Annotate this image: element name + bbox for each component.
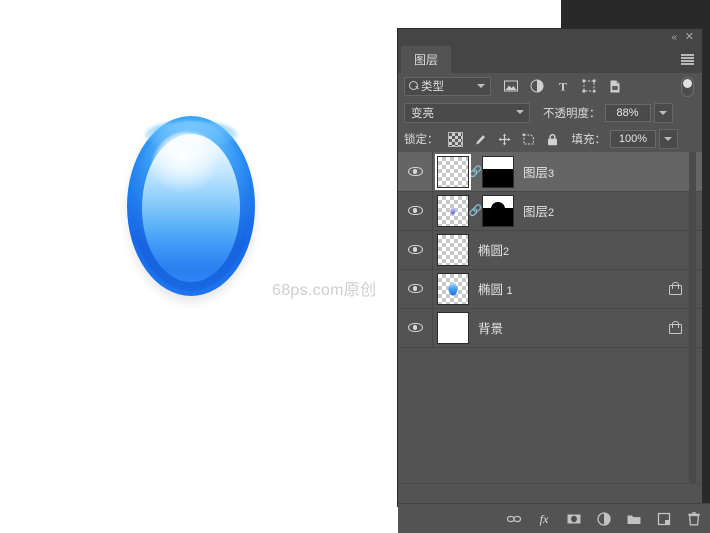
link-icon[interactable]: 🔗 <box>469 204 483 217</box>
layer-name-number: 3 <box>548 168 555 180</box>
table-row[interactable]: 🔗 图层3 <box>398 152 702 192</box>
layer-name-text: 椭圆 <box>478 283 504 297</box>
lock-icon <box>669 321 682 334</box>
hamburger-menu-icon[interactable] <box>681 54 694 65</box>
layer-visibility-toggle[interactable] <box>398 269 433 308</box>
layer-name[interactable]: 背景 <box>478 318 503 337</box>
opacity-input[interactable]: 88% <box>604 103 651 122</box>
lock-label: 锁定： <box>404 134 439 146</box>
new-adjustment-layer-button[interactable] <box>596 511 612 527</box>
svg-text:fx: fx <box>540 512 549 526</box>
delete-layer-button[interactable] <box>686 511 702 527</box>
layer-name-text: 背景 <box>478 322 504 336</box>
eye-icon <box>407 206 423 215</box>
layer-name[interactable]: 图层3 <box>523 162 554 181</box>
layer-list-scrollbar[interactable] <box>689 152 696 483</box>
filter-enable-toggle[interactable] <box>681 77 694 97</box>
layer-mask-thumbnail[interactable] <box>482 155 514 188</box>
lock-fill-row: 锁定： 填充： 100% <box>398 126 702 153</box>
search-icon <box>409 80 418 90</box>
layer-filter-type-select[interactable]: 类型 <box>404 76 491 96</box>
fill-label: 填充： <box>571 134 607 146</box>
fill-input[interactable]: 100% <box>610 130 656 148</box>
layer-name-number: 2 <box>548 207 555 219</box>
layer-visibility-toggle[interactable] <box>398 308 433 347</box>
layer-thumbnail[interactable] <box>437 272 469 305</box>
panel-separator <box>398 483 702 504</box>
layer-visibility-toggle[interactable] <box>398 191 433 230</box>
link-layers-button[interactable] <box>506 511 522 527</box>
lock-position-icon[interactable] <box>498 133 511 146</box>
layer-name-text: 图层 <box>523 205 549 219</box>
layer-thumbnail[interactable] <box>437 194 469 227</box>
lock-icons-group <box>447 131 559 147</box>
link-icon[interactable]: 🔗 <box>469 165 483 178</box>
layer-filter-value: 类型 <box>421 81 444 93</box>
layer-name-number: 1 <box>506 285 513 297</box>
eye-icon <box>407 167 423 176</box>
fill-stepper[interactable] <box>659 129 678 149</box>
layers-panel: « ✕ 图层 类型 T 变亮 不透明度： 88% 锁定： 填充： 100% 🔗 … <box>398 29 710 533</box>
layer-visibility-toggle[interactable] <box>398 152 433 191</box>
lock-transparent-pixels-icon[interactable] <box>447 131 463 147</box>
new-layer-button[interactable] <box>656 511 672 527</box>
layer-name-number: 2 <box>503 246 510 258</box>
lock-image-pixels-icon[interactable] <box>474 133 487 146</box>
eye-icon <box>407 245 423 254</box>
layer-style-fx-button[interactable]: fx <box>536 511 552 527</box>
layer-name-text: 图层 <box>523 166 549 180</box>
layer-thumbnail[interactable] <box>437 311 469 344</box>
blend-mode-value: 变亮 <box>411 107 434 120</box>
layers-panel-toolbar: fx <box>398 503 710 533</box>
opacity-label: 不透明度： <box>543 107 601 120</box>
chevron-down-icon <box>477 83 485 88</box>
eye-icon <box>407 284 423 293</box>
table-row[interactable]: 背景 <box>398 308 702 348</box>
new-group-button[interactable] <box>626 511 642 527</box>
pixel-layer-filter-icon[interactable] <box>504 79 518 93</box>
opacity-stepper[interactable] <box>653 102 673 123</box>
layer-filter-row: 类型 T <box>398 73 702 99</box>
layer-visibility-toggle[interactable] <box>398 230 433 269</box>
layer-name[interactable]: 图层2 <box>523 201 554 220</box>
watermark-text: 68ps.com原创 <box>272 282 377 299</box>
layer-name-text: 椭圆 <box>478 244 504 258</box>
smart-object-filter-icon[interactable] <box>608 79 622 93</box>
layer-thumbnail[interactable] <box>437 233 469 266</box>
tab-layers[interactable]: 图层 <box>401 46 452 73</box>
type-layer-filter-icon[interactable]: T <box>556 79 570 94</box>
blend-mode-select[interactable]: 变亮 <box>404 102 530 123</box>
panel-tab-bar: 图层 <box>398 46 702 73</box>
double-chevron-left-icon[interactable]: « <box>671 32 676 43</box>
table-row[interactable]: 🔗 图层2 <box>398 191 702 231</box>
tab-layers-label: 图层 <box>414 53 439 67</box>
layer-thumbnail[interactable] <box>435 153 471 190</box>
panel-titlebar: « ✕ <box>398 29 702 46</box>
eye-icon <box>407 323 423 332</box>
layer-list[interactable]: 🔗 图层3 🔗 图层2 椭圆2 椭圆 1 背景 <box>398 152 702 483</box>
add-layer-mask-button[interactable] <box>566 511 582 527</box>
chevron-down-icon <box>516 109 524 114</box>
lock-all-icon[interactable] <box>546 133 559 146</box>
close-icon[interactable]: ✕ <box>685 32 694 43</box>
svg-text:T: T <box>559 80 567 94</box>
layer-filter-icons: T <box>504 79 622 94</box>
blend-opacity-row: 变亮 不透明度： 88% <box>398 99 702 126</box>
layer-name[interactable]: 椭圆 1 <box>478 279 513 298</box>
ellipse-highlight <box>151 132 223 208</box>
blue-glossy-ellipse-artwork <box>127 116 255 296</box>
adjustment-layer-filter-icon[interactable] <box>530 79 544 93</box>
shape-layer-filter-icon[interactable] <box>582 79 596 93</box>
lock-icon <box>669 282 682 295</box>
layer-name[interactable]: 椭圆2 <box>478 240 509 259</box>
lock-artboard-nesting-icon[interactable] <box>522 133 535 146</box>
table-row[interactable]: 椭圆2 <box>398 230 702 270</box>
layer-mask-thumbnail[interactable] <box>482 194 514 227</box>
table-row[interactable]: 椭圆 1 <box>398 269 702 309</box>
